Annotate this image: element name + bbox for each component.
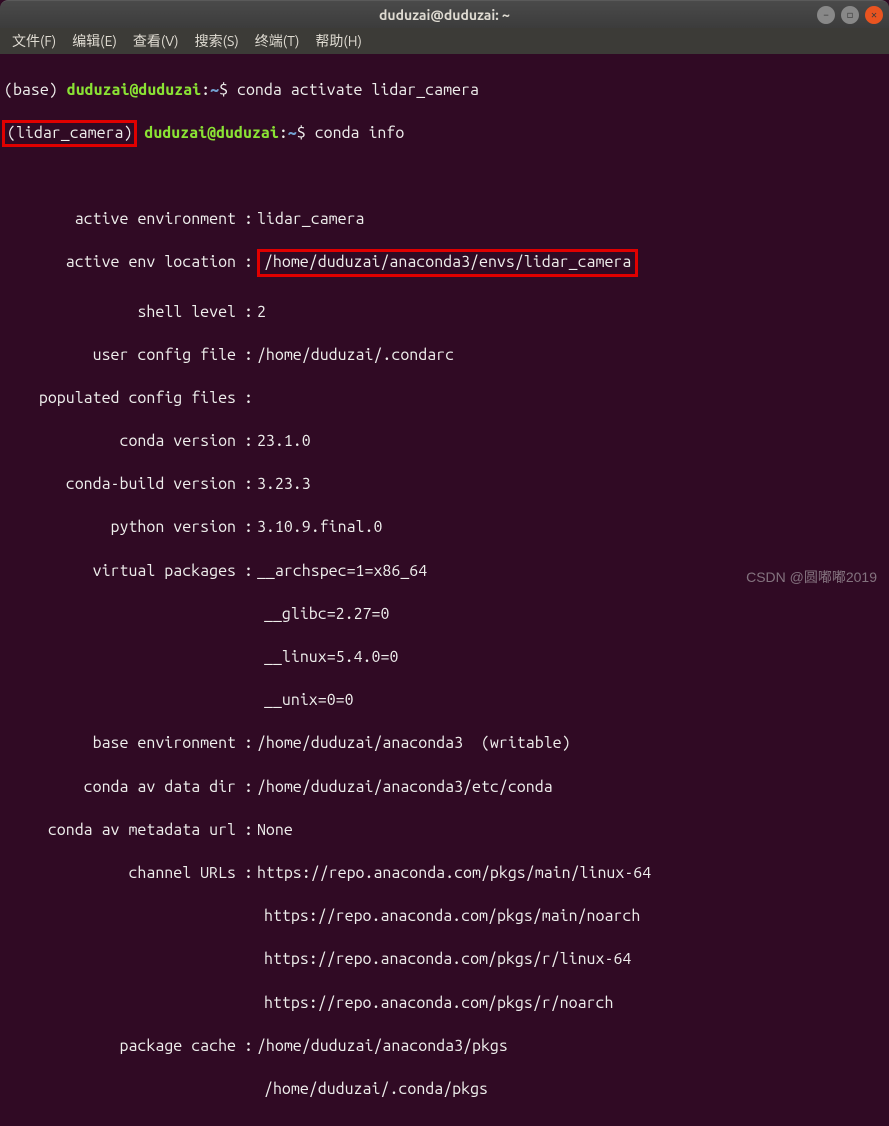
- prompt-line-2: (lidar_camera) duduzai@duduzai:~$ conda …: [4, 123, 885, 145]
- info-channel-urls-3: https://repo.anaconda.com/pkgs/r/linux-6…: [4, 949, 885, 971]
- info-pop-config: populated config files:: [4, 388, 885, 410]
- window-title: duduzai@duduzai: ~: [379, 7, 510, 23]
- prompt-user: duduzai@duduzai: [144, 124, 278, 142]
- prompt-line-1: (base) duduzai@duduzai:~$ conda activate…: [4, 80, 885, 102]
- highlight-box-env: (lidar_camera): [2, 120, 137, 148]
- info-channel-urls: channel URLs:https://repo.anaconda.com/p…: [4, 863, 885, 885]
- menu-view[interactable]: 查看(V): [125, 31, 187, 51]
- menu-terminal[interactable]: 终端(T): [247, 31, 308, 51]
- menu-edit[interactable]: 编辑(E): [64, 31, 125, 51]
- info-base-env: base environment:/home/duduzai/anaconda3…: [4, 733, 885, 755]
- env-base: (base): [4, 81, 58, 99]
- info-virt-pkg-2: __glibc=2.27=0: [4, 604, 885, 626]
- info-av-meta: conda av metadata url:None: [4, 820, 885, 842]
- info-channel-urls-2: https://repo.anaconda.com/pkgs/main/noar…: [4, 906, 885, 928]
- prompt-path: ~: [210, 81, 219, 99]
- menubar: 文件(F) 编辑(E) 查看(V) 搜索(S) 终端(T) 帮助(H): [0, 28, 889, 54]
- menu-search[interactable]: 搜索(S): [187, 31, 247, 51]
- info-shell-level: shell level:2: [4, 302, 885, 324]
- window-controls: − ◻ ✕: [817, 6, 883, 24]
- info-conda-build: conda-build version:3.23.3: [4, 474, 885, 496]
- info-channel-urls-4: https://repo.anaconda.com/pkgs/r/noarch: [4, 993, 885, 1015]
- info-virt-pkg-4: __unix=0=0: [4, 690, 885, 712]
- terminal-output[interactable]: (base) duduzai@duduzai:~$ conda activate…: [0, 54, 889, 1126]
- info-active-loc: active env location:/home/duduzai/anacon…: [4, 252, 885, 280]
- watermark: CSDN @圆嘟嘟2019: [746, 567, 877, 587]
- info-pkg-cache-2: /home/duduzai/.conda/pkgs: [4, 1079, 885, 1101]
- env-lidar-camera: (lidar_camera): [7, 124, 132, 142]
- command-2: conda info: [315, 124, 405, 142]
- close-button[interactable]: ✕: [865, 6, 883, 24]
- info-av-data: conda av data dir:/home/duduzai/anaconda…: [4, 777, 885, 799]
- info-conda-ver: conda version:23.1.0: [4, 431, 885, 453]
- menu-help[interactable]: 帮助(H): [307, 31, 370, 51]
- menu-file[interactable]: 文件(F): [4, 31, 64, 51]
- titlebar: duduzai@duduzai: ~ − ◻ ✕: [0, 0, 889, 28]
- info-virt-pkg-3: __linux=5.4.0=0: [4, 647, 885, 669]
- minimize-button[interactable]: −: [817, 6, 835, 24]
- prompt-user: duduzai@duduzai: [67, 81, 201, 99]
- prompt-path: ~: [288, 124, 297, 142]
- info-active-env: active environment:lidar_camera: [4, 209, 885, 231]
- highlight-box-path: /home/duduzai/anaconda3/envs/lidar_camer…: [257, 249, 638, 277]
- info-pkg-cache: package cache:/home/duduzai/anaconda3/pk…: [4, 1036, 885, 1058]
- command-1: conda activate lidar_camera: [237, 81, 479, 99]
- maximize-button[interactable]: ◻: [841, 6, 859, 24]
- info-python-ver: python version:3.10.9.final.0: [4, 517, 885, 539]
- info-user-config: user config file:/home/duduzai/.condarc: [4, 345, 885, 367]
